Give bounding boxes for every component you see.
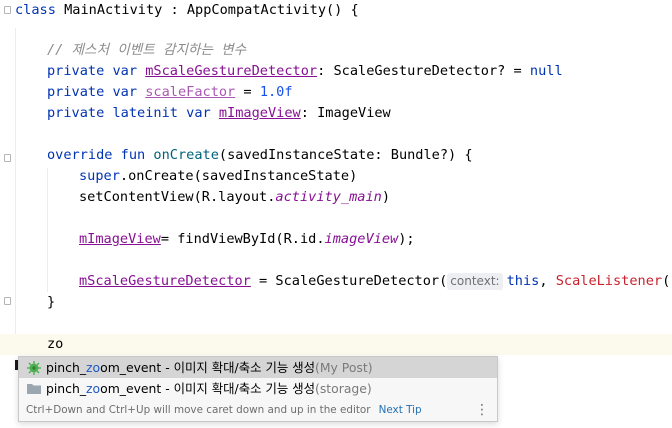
keyword: private lateinit var <box>47 105 219 121</box>
keyword: class <box>15 2 56 18</box>
unresolved-reference: ScaleListener <box>555 273 663 289</box>
method-call: .onCreate(savedInstanceState) <box>119 168 358 184</box>
resource-reference: imageView <box>324 231 399 247</box>
next-tip-link[interactable]: Next Tip <box>379 404 422 416</box>
more-options-icon[interactable]: ⋮ <box>475 399 489 421</box>
class-declaration: MainActivity : AppCompatActivity() { <box>55 2 359 18</box>
property-name: scaleFactor <box>145 84 236 100</box>
code-line[interactable]: private var mScaleGestureDetector: Scale… <box>0 61 672 82</box>
closing-paren: ()) <box>662 273 672 289</box>
closing-paren: ); <box>398 231 415 247</box>
code-line[interactable]: private lateinit var mImageView: ImageVi… <box>0 103 672 124</box>
constructor-call: = ScaleGestureDetector( <box>250 273 448 289</box>
keyword: override fun <box>47 147 154 163</box>
type-declaration: : ScaleGestureDetector? = <box>317 63 530 79</box>
function-name: onCreate <box>153 147 219 163</box>
completion-item-my-post[interactable]: pinch_zoom_event - 이미지 확대/축소 기능 생성(My Po… <box>19 357 497 378</box>
property-name: mImageView <box>218 105 301 121</box>
this-keyword: this <box>506 273 540 289</box>
code-line[interactable]: private var scaleFactor = 1.0f <box>0 82 672 103</box>
code-line[interactable]: super.onCreate(savedInstanceState) <box>0 166 672 187</box>
keyword: super <box>79 168 120 184</box>
method-call: = findViewById(R.id. <box>160 231 325 247</box>
bug-plugin-icon <box>26 360 42 375</box>
null-keyword: null <box>529 63 563 79</box>
property-name: mScaleGestureDetector <box>145 63 318 79</box>
property-name: mScaleGestureDetector <box>79 273 251 289</box>
completion-item-storage[interactable]: pinch_zoom_event - 이미지 확대/축소 기능 생성(stora… <box>19 378 497 399</box>
number-literal: 1.0f <box>259 84 293 100</box>
closing-paren: ) <box>381 189 391 205</box>
comment: // 제스처 이벤트 감지하는 변수 <box>47 42 247 58</box>
code-line[interactable]: } <box>0 292 672 313</box>
item-source: (My Post) <box>315 360 373 375</box>
code-line[interactable]: mScaleGestureDetector = ScaleGestureDete… <box>0 271 672 292</box>
keyword: private var <box>47 63 146 79</box>
completion-popup[interactable]: pinch_zoom_event - 이미지 확대/축소 기능 생성(My Po… <box>18 356 498 422</box>
matched-text: zo <box>86 360 101 375</box>
matched-text: zo <box>86 381 101 396</box>
item-name-suffix: om_event - 이미지 확대/축소 기능 생성 <box>100 381 315 396</box>
keyword: private var <box>47 84 146 100</box>
item-name-prefix: pinch_ <box>46 381 87 396</box>
completion-footer: Ctrl+Down and Ctrl+Up will move caret do… <box>19 399 497 421</box>
comma: , <box>539 273 556 289</box>
code-line[interactable]: override fun onCreate(savedInstanceState… <box>0 145 672 166</box>
item-name-suffix: om_event - 이미지 확대/축소 기능 생성 <box>100 360 315 375</box>
code-line[interactable]: class MainActivity : AppCompatActivity()… <box>0 0 672 21</box>
property-name: mImageView <box>79 231 161 247</box>
item-source: (storage) <box>315 381 372 396</box>
current-line[interactable]: zo <box>0 334 672 355</box>
typed-text: zo <box>47 336 64 352</box>
item-name-prefix: pinch_ <box>46 360 87 375</box>
closing-brace: } <box>47 294 56 310</box>
tip-text: Ctrl+Down and Ctrl+Up will move caret do… <box>26 404 371 416</box>
folder-icon <box>26 381 42 396</box>
code-line[interactable]: mImageView= findViewById(R.id.imageView)… <box>0 229 672 250</box>
code-line[interactable]: // 제스처 이벤트 감지하는 변수 <box>0 40 672 61</box>
resource-reference: activity_main <box>275 189 382 205</box>
parameter-hint: context: <box>447 273 503 290</box>
code-line[interactable]: setContentView(R.layout.activity_main) <box>0 187 672 208</box>
type-declaration: : ImageView <box>300 105 391 121</box>
method-call: setContentView(R.layout. <box>79 189 276 205</box>
parameters: (savedInstanceState: Bundle?) { <box>218 147 473 163</box>
assign-operator: = <box>235 84 260 100</box>
